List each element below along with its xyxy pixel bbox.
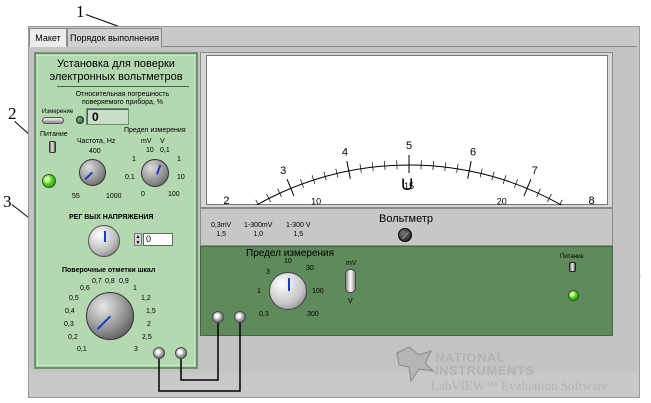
ni-line2: INSTRUMENTS	[435, 363, 535, 378]
tab-maket[interactable]: Макет	[29, 28, 67, 47]
wire-outer	[158, 323, 241, 392]
ni-line3: LabVIEW™ Evaluation Software	[431, 378, 608, 393]
connection-wires	[158, 323, 241, 392]
wire-inner	[180, 323, 219, 381]
ni-eagle-icon	[396, 346, 435, 383]
